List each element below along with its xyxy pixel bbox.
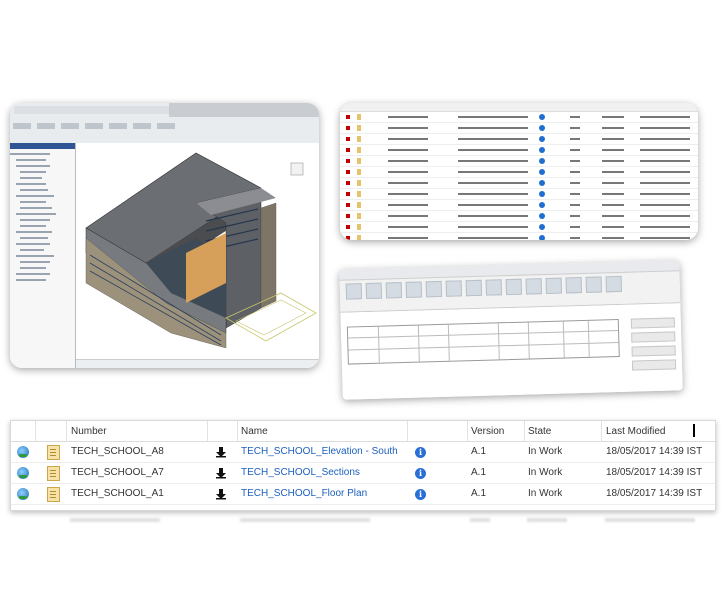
column-resize-cursor — [693, 424, 695, 437]
cell-name-link[interactable]: TECH_SCHOOL_Sections — [241, 467, 360, 478]
ribbon-titlebar — [169, 103, 319, 117]
document-icon — [47, 466, 60, 481]
list-item[interactable] — [340, 178, 698, 189]
list-item[interactable] — [340, 112, 698, 123]
revision-schedule-panel — [339, 260, 683, 400]
table-row[interactable]: TECH_SCHOOL_A7 TECH_SCHOOL_Sections i A.… — [11, 463, 715, 484]
project-browser-header — [10, 143, 75, 149]
table-row[interactable]: TECH_SCHOOL_A8 TECH_SCHOOL_Elevation - S… — [11, 442, 715, 463]
download-arrow-icon[interactable] — [215, 488, 227, 500]
cell-version: A.1 — [471, 488, 487, 499]
list-item[interactable] — [340, 189, 698, 200]
column-header-state[interactable]: State — [528, 426, 551, 437]
cell-number: TECH_SCHOOL_A1 — [71, 488, 164, 499]
table-reflection — [10, 510, 714, 530]
list-item[interactable] — [340, 200, 698, 211]
list-item[interactable] — [340, 123, 698, 134]
document-list-panel — [340, 103, 698, 240]
download-arrow-icon[interactable] — [215, 446, 227, 458]
revit-3d-view-panel — [10, 103, 319, 368]
column-header-name[interactable]: Name — [241, 426, 268, 437]
document-table: Number Name Version State Last Modified … — [10, 420, 716, 511]
info-icon[interactable]: i — [415, 447, 426, 458]
3d-model-viewport[interactable] — [76, 143, 319, 360]
document-icon — [47, 487, 60, 502]
building-model-drawing — [85, 152, 317, 349]
cell-number: TECH_SCHOOL_A7 — [71, 467, 164, 478]
cell-state: In Work — [528, 488, 563, 499]
table-row[interactable]: TECH_SCHOOL_A1 TECH_SCHOOL_Floor Plan i … — [11, 484, 715, 505]
list-item[interactable] — [340, 145, 698, 156]
list-item[interactable] — [340, 167, 698, 178]
status-bar — [76, 359, 319, 368]
cell-last-modified: 18/05/2017 14:39 IST — [606, 467, 703, 478]
cell-last-modified: 18/05/2017 14:39 IST — [606, 488, 703, 499]
globe-icon — [17, 488, 29, 500]
list-item[interactable] — [340, 222, 698, 233]
info-icon[interactable]: i — [415, 468, 426, 479]
revision-grid[interactable] — [346, 318, 620, 365]
document-icon — [47, 445, 60, 460]
cell-state: In Work — [528, 446, 563, 457]
list-item[interactable] — [340, 233, 698, 240]
globe-icon — [17, 467, 29, 479]
column-header-last-modified[interactable]: Last Modified — [606, 426, 665, 437]
column-header-number[interactable]: Number — [71, 426, 107, 437]
cell-last-modified: 18/05/2017 14:39 IST — [606, 446, 703, 457]
column-header-version[interactable]: Version — [471, 426, 504, 437]
list-item[interactable] — [340, 134, 698, 145]
cell-version: A.1 — [471, 467, 487, 478]
ribbon-tabs — [10, 133, 319, 143]
info-icon[interactable]: i — [415, 489, 426, 500]
sheet-side-buttons[interactable] — [630, 317, 677, 378]
download-arrow-icon[interactable] — [215, 467, 227, 479]
globe-icon — [17, 446, 29, 458]
cell-name-link[interactable]: TECH_SCHOOL_Floor Plan — [241, 488, 367, 499]
cell-state: In Work — [528, 467, 563, 478]
table-header: Number Name Version State Last Modified — [11, 421, 715, 442]
project-browser[interactable] — [10, 143, 76, 368]
cell-name-link[interactable]: TECH_SCHOOL_Elevation - South — [241, 446, 398, 457]
list-item[interactable] — [340, 156, 698, 167]
mini-table-header — [340, 103, 698, 112]
app-ribbon — [10, 103, 319, 144]
cell-number: TECH_SCHOOL_A8 — [71, 446, 164, 457]
list-item[interactable] — [340, 211, 698, 222]
cell-version: A.1 — [471, 446, 487, 457]
sheet-body — [340, 303, 683, 400]
